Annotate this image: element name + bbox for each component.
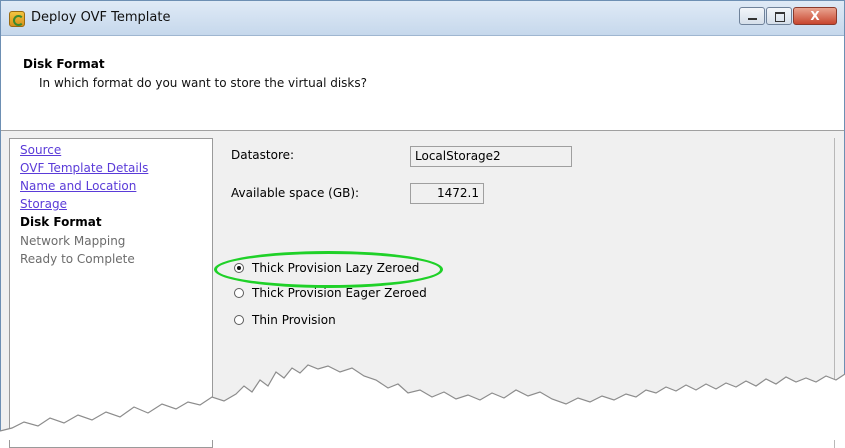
option-label: Thick Provision Eager Zeroed <box>252 286 427 300</box>
maximize-button[interactable] <box>766 7 792 25</box>
option-thick-lazy-zeroed[interactable]: Thick Provision Lazy Zeroed <box>234 261 419 275</box>
step-ovf-template-details[interactable]: OVF Template Details <box>20 161 148 175</box>
step-disk-format: Disk Format <box>20 215 102 229</box>
radio-button[interactable] <box>234 288 244 298</box>
available-space-label: Available space (GB): <box>231 186 360 200</box>
datastore-label: Datastore: <box>231 148 295 162</box>
step-network-mapping: Network Mapping <box>20 234 126 248</box>
window-title: Deploy OVF Template <box>31 10 171 25</box>
wizard-header: Disk Format In which format do you want … <box>1 36 844 131</box>
close-button[interactable]: X <box>793 7 837 25</box>
minimize-button[interactable] <box>739 7 765 25</box>
step-name-and-location[interactable]: Name and Location <box>20 179 136 193</box>
option-thin-provision[interactable]: Thin Provision <box>234 313 336 327</box>
wizard-steps-panel: Source OVF Template Details Name and Loc… <box>9 138 213 448</box>
deploy-ovf-window: Deploy OVF Template X Disk Format In whi… <box>0 0 845 448</box>
available-space-field: 1472.1 <box>410 183 484 204</box>
radio-button[interactable] <box>234 315 244 325</box>
step-ready-to-complete: Ready to Complete <box>20 252 135 266</box>
vsphere-app-icon <box>9 11 25 27</box>
datastore-field: LocalStorage2 <box>410 146 572 167</box>
step-storage[interactable]: Storage <box>20 197 67 211</box>
step-source[interactable]: Source <box>20 143 61 157</box>
page-subtitle: In which format do you want to store the… <box>39 76 368 90</box>
right-edge-divider <box>834 138 835 448</box>
option-label: Thin Provision <box>252 313 336 327</box>
title-bar[interactable]: Deploy OVF Template X <box>1 1 844 36</box>
radio-button-selected[interactable] <box>234 263 244 273</box>
page-title: Disk Format <box>23 57 105 71</box>
close-icon: X <box>810 9 820 23</box>
option-thick-eager-zeroed[interactable]: Thick Provision Eager Zeroed <box>234 286 427 300</box>
window-controls: X <box>738 7 837 25</box>
maximize-icon <box>775 12 785 22</box>
disk-format-form: Datastore: LocalStorage2 Available space… <box>213 138 844 448</box>
option-label: Thick Provision Lazy Zeroed <box>252 261 420 275</box>
minimize-icon <box>748 18 757 20</box>
